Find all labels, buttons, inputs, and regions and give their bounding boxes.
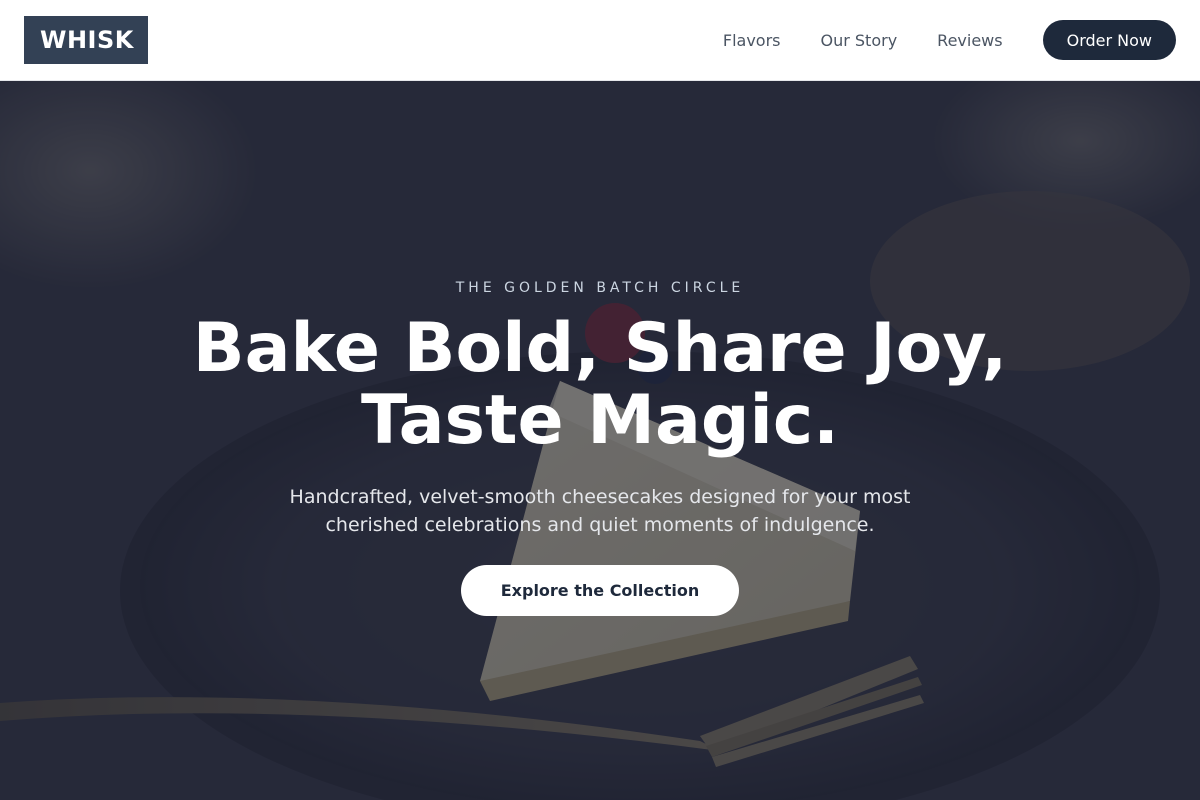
hero-headline-line1: Bake Bold, Share Joy, bbox=[192, 309, 1008, 388]
explore-collection-button[interactable]: Explore the Collection bbox=[461, 565, 739, 616]
order-now-button[interactable]: Order Now bbox=[1042, 20, 1176, 60]
nav-link-our-story[interactable]: Our Story bbox=[821, 31, 898, 50]
hero-section: THE GOLDEN BATCH CIRCLE Bake Bold, Share… bbox=[0, 81, 1200, 800]
logo[interactable]: WHISK bbox=[24, 16, 148, 64]
hero-eyebrow: THE GOLDEN BATCH CIRCLE bbox=[455, 280, 745, 296]
nav-link-reviews[interactable]: Reviews bbox=[937, 31, 1002, 50]
hero-subtext: Handcrafted, velvet-smooth cheesecakes d… bbox=[289, 486, 911, 536]
hero-headline: Bake Bold, Share Joy, Taste Magic. bbox=[0, 313, 1200, 457]
site-header: WHISK Flavors Our Story Reviews Order No… bbox=[0, 0, 1200, 81]
hero-headline-line2: Taste Magic. bbox=[361, 381, 839, 460]
main-nav: Flavors Our Story Reviews Order Now bbox=[723, 20, 1176, 60]
nav-link-flavors[interactable]: Flavors bbox=[723, 31, 781, 50]
